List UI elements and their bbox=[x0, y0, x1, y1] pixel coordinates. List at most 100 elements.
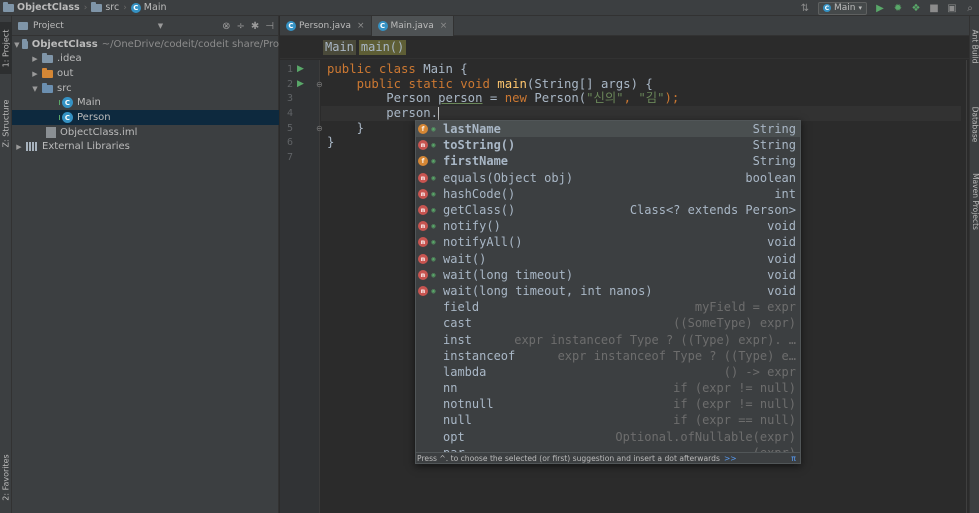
breadcrumb-item-method[interactable]: main() bbox=[358, 40, 407, 55]
fold-icon[interactable]: ⊖ bbox=[316, 77, 324, 92]
nav-crumb-src[interactable]: src bbox=[88, 0, 122, 16]
string-literal: "신의" bbox=[586, 91, 624, 105]
completion-more-link[interactable]: >> bbox=[724, 454, 737, 463]
tree-item-src[interactable]: ▼ src bbox=[12, 81, 279, 96]
template-spacer bbox=[418, 432, 428, 442]
completion-item[interactable]: m ◉ wait(long timeout, int nanos) void bbox=[416, 283, 800, 299]
keyword: public static void bbox=[356, 77, 498, 91]
stop-icon[interactable]: ■ bbox=[925, 0, 943, 16]
tool-tab-maven-projects[interactable]: Maven Projects bbox=[970, 166, 979, 236]
project-structure-icon[interactable]: ▣ bbox=[943, 0, 961, 16]
completion-template-item[interactable]: inst expr instanceof Type ? ((Type) expr)… bbox=[416, 331, 800, 347]
tree-item-main[interactable]: C Main bbox=[12, 95, 279, 110]
completion-item-name: toString() bbox=[443, 138, 516, 153]
completion-template-desc: () -> expr bbox=[723, 364, 796, 379]
tree-item-objectclass[interactable]: ▼ ObjectClass ~/OneDrive/codeit/codeit s… bbox=[12, 37, 279, 52]
completion-item[interactable]: m ◉ getClass() Class<? extends Person> bbox=[416, 202, 800, 218]
line-number: 1 bbox=[286, 64, 293, 75]
search-icon[interactable]: ⌕ bbox=[961, 0, 979, 16]
completion-item-type: Class<? extends Person> bbox=[629, 203, 796, 218]
collapse-all-icon[interactable]: ÷ bbox=[237, 21, 245, 32]
completion-template-item[interactable]: field myField = expr bbox=[416, 299, 800, 315]
completion-item-type: String bbox=[752, 122, 796, 137]
completion-item[interactable]: m ◉ wait() void bbox=[416, 251, 800, 267]
tab-main-java[interactable]: C Main.java × bbox=[371, 16, 455, 36]
public-visibility-icon: ◉ bbox=[431, 141, 436, 150]
tab-person-java[interactable]: C Person.java × bbox=[280, 16, 372, 36]
collapse-arrow-icon[interactable]: ▶ bbox=[14, 143, 24, 151]
tool-tab-database[interactable]: Database bbox=[970, 102, 979, 146]
collapse-arrow-icon[interactable]: ▶ bbox=[30, 55, 40, 63]
identifier: Person( bbox=[534, 91, 587, 105]
module-folder-icon bbox=[21, 38, 28, 49]
expand-arrow-icon[interactable]: ▼ bbox=[30, 85, 40, 93]
completion-item[interactable]: f ◉ firstName String bbox=[416, 153, 800, 169]
tool-tab-structure[interactable]: Z: Structure bbox=[0, 92, 12, 154]
build-icon[interactable]: ⇅ bbox=[796, 0, 814, 16]
run-gutter-icon[interactable]: ▶ bbox=[297, 62, 306, 77]
folder-icon bbox=[3, 1, 14, 12]
line-number: 5 bbox=[286, 123, 293, 134]
completion-template-item[interactable]: notnull if (expr != null) bbox=[416, 396, 800, 412]
completion-template-item[interactable]: cast ((SomeType) expr) bbox=[416, 315, 800, 331]
completion-template-item[interactable]: null if (expr == null) bbox=[416, 412, 800, 428]
nav-crumb-main[interactable]: C Main bbox=[128, 0, 170, 16]
template-spacer bbox=[418, 351, 428, 361]
debug-icon[interactable]: ✹ bbox=[889, 0, 907, 16]
folder-icon bbox=[91, 1, 103, 12]
run-icon[interactable]: ▶ bbox=[871, 0, 889, 16]
completion-popup[interactable]: f ◉ lastName String m ◉ toString() String f ◉ firs… bbox=[415, 120, 801, 464]
close-icon[interactable]: × bbox=[357, 21, 365, 31]
close-icon[interactable]: × bbox=[440, 21, 448, 31]
chevron-down-icon[interactable]: ▼ bbox=[158, 22, 163, 30]
editor-tabs: C Person.java × C Main.java × bbox=[280, 16, 969, 36]
nav-crumb-main-label: Main bbox=[143, 2, 167, 13]
collapse-arrow-icon[interactable]: ▶ bbox=[30, 70, 40, 78]
completion-template-item[interactable]: nn if (expr != null) bbox=[416, 380, 800, 396]
breadcrumb-item-class[interactable]: Main bbox=[323, 40, 356, 55]
completion-item[interactable]: f ◉ lastName String bbox=[416, 121, 800, 138]
tree-item-person[interactable]: C Person bbox=[12, 110, 279, 125]
tree-item-label: out bbox=[57, 68, 74, 79]
tree-item-idea[interactable]: ▶ .idea bbox=[12, 51, 279, 66]
run-configuration-select[interactable]: C Main ▾ bbox=[817, 1, 867, 15]
completion-item[interactable]: m ◉ wait(long timeout) void bbox=[416, 267, 800, 283]
tool-tab-favorites[interactable]: 2: Favorites bbox=[0, 448, 12, 506]
tree-item-out[interactable]: ▶ out bbox=[12, 66, 279, 81]
completion-item[interactable]: m ◉ notify() void bbox=[416, 218, 800, 234]
module-file-icon bbox=[46, 127, 56, 138]
completion-template-item[interactable]: lambda () -> expr bbox=[416, 364, 800, 380]
line-number: 7 bbox=[286, 152, 293, 163]
completion-item[interactable]: m ◉ toString() String bbox=[416, 137, 800, 153]
project-view-select[interactable]: Project bbox=[33, 21, 64, 31]
keyword: public class bbox=[327, 62, 424, 76]
editor-gutter[interactable]: 1 2 3 4 5 6 7 ▶ ▶ ⊖ ⊖ bbox=[280, 60, 323, 513]
nav-crumb-project[interactable]: ObjectClass bbox=[0, 0, 83, 16]
variable: person bbox=[438, 91, 483, 105]
scroll-from-source-icon[interactable]: ⊗ bbox=[222, 21, 230, 32]
tree-item-label: Person bbox=[77, 112, 111, 123]
tree-item-iml[interactable]: ObjectClass.iml bbox=[12, 125, 279, 140]
completion-item[interactable]: m ◉ notifyAll() void bbox=[416, 234, 800, 250]
gear-icon[interactable]: ✱ bbox=[251, 21, 259, 32]
completion-list[interactable]: f ◉ lastName String m ◉ toString() String f ◉ firs… bbox=[416, 121, 800, 452]
expand-arrow-icon[interactable]: ▼ bbox=[14, 41, 20, 49]
tree-item-label: src bbox=[57, 83, 72, 94]
fold-icon[interactable]: ⊖ bbox=[316, 121, 324, 136]
completion-item[interactable]: m ◉ hashCode() int bbox=[416, 186, 800, 202]
tree-item-external-libraries[interactable]: ▶ External Libraries bbox=[12, 139, 279, 154]
public-visibility-icon: ◉ bbox=[431, 173, 436, 182]
run-gutter-icon[interactable]: ▶ bbox=[297, 77, 306, 92]
completion-scrollbar[interactable] bbox=[796, 121, 800, 452]
completion-pin-icon[interactable]: π bbox=[791, 454, 796, 463]
completion-template-item[interactable]: instanceof expr instanceof Type ? ((Type)… bbox=[416, 348, 800, 364]
coverage-icon[interactable]: ❖ bbox=[907, 0, 925, 16]
completion-template-item[interactable]: opt Optional.ofNullable(expr) bbox=[416, 429, 800, 445]
tool-tab-ant-build[interactable]: Ant Build bbox=[970, 22, 979, 70]
tool-tab-project[interactable]: 1: Project bbox=[0, 22, 12, 74]
class-icon: C bbox=[130, 2, 141, 13]
run-configuration-label: Main bbox=[833, 3, 856, 13]
completion-template-item[interactable]: par(expr) bbox=[416, 445, 800, 452]
hide-panel-icon[interactable]: ⊣ bbox=[265, 21, 274, 32]
completion-item[interactable]: m ◉ equals(Object obj) boolean bbox=[416, 170, 800, 186]
